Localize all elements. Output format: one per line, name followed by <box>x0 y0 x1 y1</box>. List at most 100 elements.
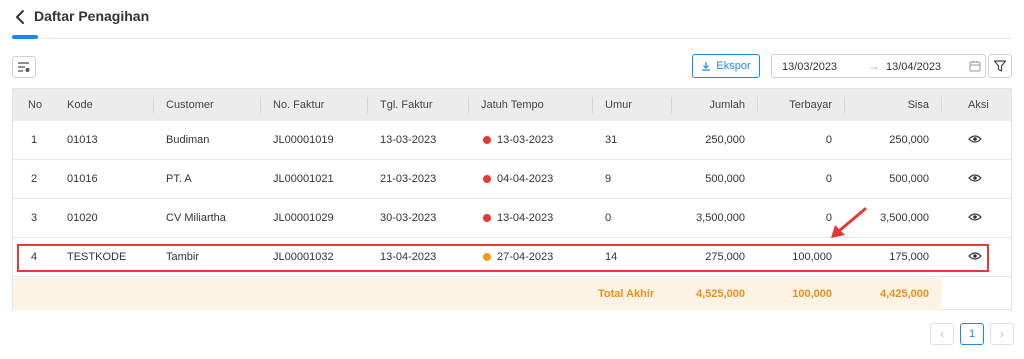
header-divider <box>12 38 1012 39</box>
cell-jumlah: 500,000 <box>705 173 745 185</box>
column-divider <box>468 97 469 113</box>
column-divider <box>941 97 942 113</box>
table-row: 1 01013 Budiman JL00001019 13-03-2023 13… <box>13 121 1011 160</box>
cell-jumlah: 250,000 <box>705 134 745 146</box>
totals-terbayar: 100,000 <box>792 288 832 300</box>
totals-sisa: 4,425,000 <box>880 288 929 300</box>
cell-no: 3 <box>31 212 38 224</box>
filter-icon <box>993 60 1007 72</box>
column-settings-icon <box>18 62 30 72</box>
column-header-jatuh-tempo[interactable]: Jatuh Tempo <box>481 99 544 111</box>
column-header-no[interactable]: No <box>28 99 42 111</box>
cell-customer: CV Miliartha <box>166 212 226 224</box>
cell-no: 4 <box>31 251 38 263</box>
cell-faktur-link[interactable]: JL00001029 <box>273 212 334 224</box>
column-header-jumlah[interactable]: Jumlah <box>673 99 745 111</box>
column-header-tgl-faktur[interactable]: Tgl. Faktur <box>380 99 433 111</box>
column-divider <box>153 97 154 113</box>
pagination-next-button[interactable]: › <box>990 323 1014 345</box>
jatuh-tempo-date: 04-04-2023 <box>497 173 554 185</box>
cell-umur: 0 <box>605 212 612 224</box>
chevron-right-icon: › <box>1000 327 1004 341</box>
cell-sisa: 175,000 <box>889 251 929 263</box>
cell-tgl-faktur: 13-04-2023 <box>380 251 437 263</box>
column-header-customer[interactable]: Customer <box>166 99 214 111</box>
cell-customer: PT. A <box>166 173 192 185</box>
cell-faktur-link[interactable]: JL00001032 <box>273 251 334 263</box>
cell-jatuh-tempo: 04-04-2023 <box>483 173 553 185</box>
cell-faktur-link[interactable]: JL00001019 <box>273 134 334 146</box>
view-eye-icon[interactable] <box>968 172 982 184</box>
cell-jumlah: 3,500,000 <box>696 212 745 224</box>
invoice-table: No Kode Customer No. Faktur Tgl. Faktur … <box>12 88 1012 310</box>
status-dot-pending <box>483 253 491 261</box>
pagination-page-button[interactable]: 1 <box>960 323 984 345</box>
filter-button[interactable] <box>988 54 1012 78</box>
back-arrow-icon[interactable] <box>12 8 30 26</box>
cell-kode-link[interactable]: 01013 <box>67 134 98 146</box>
column-header-kode[interactable]: Kode <box>67 99 93 111</box>
jatuh-tempo-date: 27-04-2023 <box>497 251 554 263</box>
export-button[interactable]: Ekspor <box>692 54 760 78</box>
jatuh-tempo-date: 13-04-2023 <box>497 212 554 224</box>
cell-terbayar: 0 <box>825 212 832 224</box>
cell-jatuh-tempo: 13-04-2023 <box>483 212 553 224</box>
cell-kode-link[interactable]: 01016 <box>67 173 98 185</box>
totals-jumlah: 4,525,000 <box>696 288 745 300</box>
view-eye-icon[interactable] <box>968 211 982 223</box>
column-header-no-faktur[interactable]: No. Faktur <box>273 99 324 111</box>
cell-umur: 14 <box>605 251 618 263</box>
view-eye-icon[interactable] <box>968 250 982 262</box>
cell-kode-link[interactable]: TESTKODE <box>67 251 126 263</box>
column-header-terbayar[interactable]: Terbayar <box>753 99 832 111</box>
jatuh-tempo-date: 13-03-2023 <box>497 134 554 146</box>
cell-customer: Tambir <box>166 251 200 263</box>
column-settings-button[interactable] <box>12 56 36 78</box>
date-start-input[interactable]: 13/03/2023 <box>782 61 837 73</box>
cell-tgl-faktur: 30-03-2023 <box>380 212 437 224</box>
download-icon <box>702 62 711 71</box>
cell-no: 1 <box>31 134 38 146</box>
cell-faktur-link[interactable]: JL00001021 <box>273 173 334 185</box>
calendar-icon <box>969 61 981 72</box>
totals-row: Total Akhir 4,525,000 100,000 4,425,000 <box>13 278 941 310</box>
pagination-prev-button[interactable]: ‹ <box>930 323 954 345</box>
cell-customer: Budiman <box>166 134 210 146</box>
page-header: Daftar Penagihan <box>0 0 1024 40</box>
cell-kode-link[interactable]: 01020 <box>67 212 98 224</box>
totals-label: Total Akhir <box>598 288 655 300</box>
chevron-left-icon: ‹ <box>940 327 944 341</box>
cell-no: 2 <box>31 173 38 185</box>
annotation-arrow-icon <box>831 207 867 238</box>
cell-sisa: 500,000 <box>889 173 929 185</box>
table-header: No Kode Customer No. Faktur Tgl. Faktur … <box>13 89 1011 121</box>
date-range-arrow-icon: → <box>868 59 880 73</box>
column-divider <box>671 97 672 113</box>
column-header-umur[interactable]: Umur <box>605 99 632 111</box>
page-title: Daftar Penagihan <box>34 8 150 24</box>
column-divider <box>592 97 593 113</box>
date-end-input[interactable]: 13/04/2023 <box>886 61 941 73</box>
cell-tgl-faktur: 21-03-2023 <box>380 173 437 185</box>
cell-jatuh-tempo: 27-04-2023 <box>483 251 553 263</box>
export-label: Ekspor <box>716 60 751 72</box>
cell-terbayar: 100,000 <box>792 251 832 263</box>
title-underline <box>12 35 38 39</box>
cell-umur: 31 <box>605 134 618 146</box>
table-row: 2 01016 PT. A JL00001021 21-03-2023 04-0… <box>13 160 1011 199</box>
status-dot-overdue <box>483 175 491 183</box>
column-divider <box>844 97 845 113</box>
cell-terbayar: 0 <box>825 134 832 146</box>
cell-jumlah: 275,000 <box>705 251 745 263</box>
column-header-aksi: Aksi <box>968 99 989 111</box>
status-dot-overdue <box>483 136 491 144</box>
view-eye-icon[interactable] <box>968 133 982 145</box>
column-header-sisa[interactable]: Sisa <box>853 99 929 111</box>
table-row: 4 TESTKODE Tambir JL00001032 13-04-2023 … <box>13 238 1011 277</box>
column-divider <box>367 97 368 113</box>
date-range-picker[interactable]: 13/03/2023 → 13/04/2023 <box>771 54 986 78</box>
column-divider <box>260 97 261 113</box>
cell-sisa: 250,000 <box>889 134 929 146</box>
cell-tgl-faktur: 13-03-2023 <box>380 134 437 146</box>
cell-umur: 9 <box>605 173 612 185</box>
